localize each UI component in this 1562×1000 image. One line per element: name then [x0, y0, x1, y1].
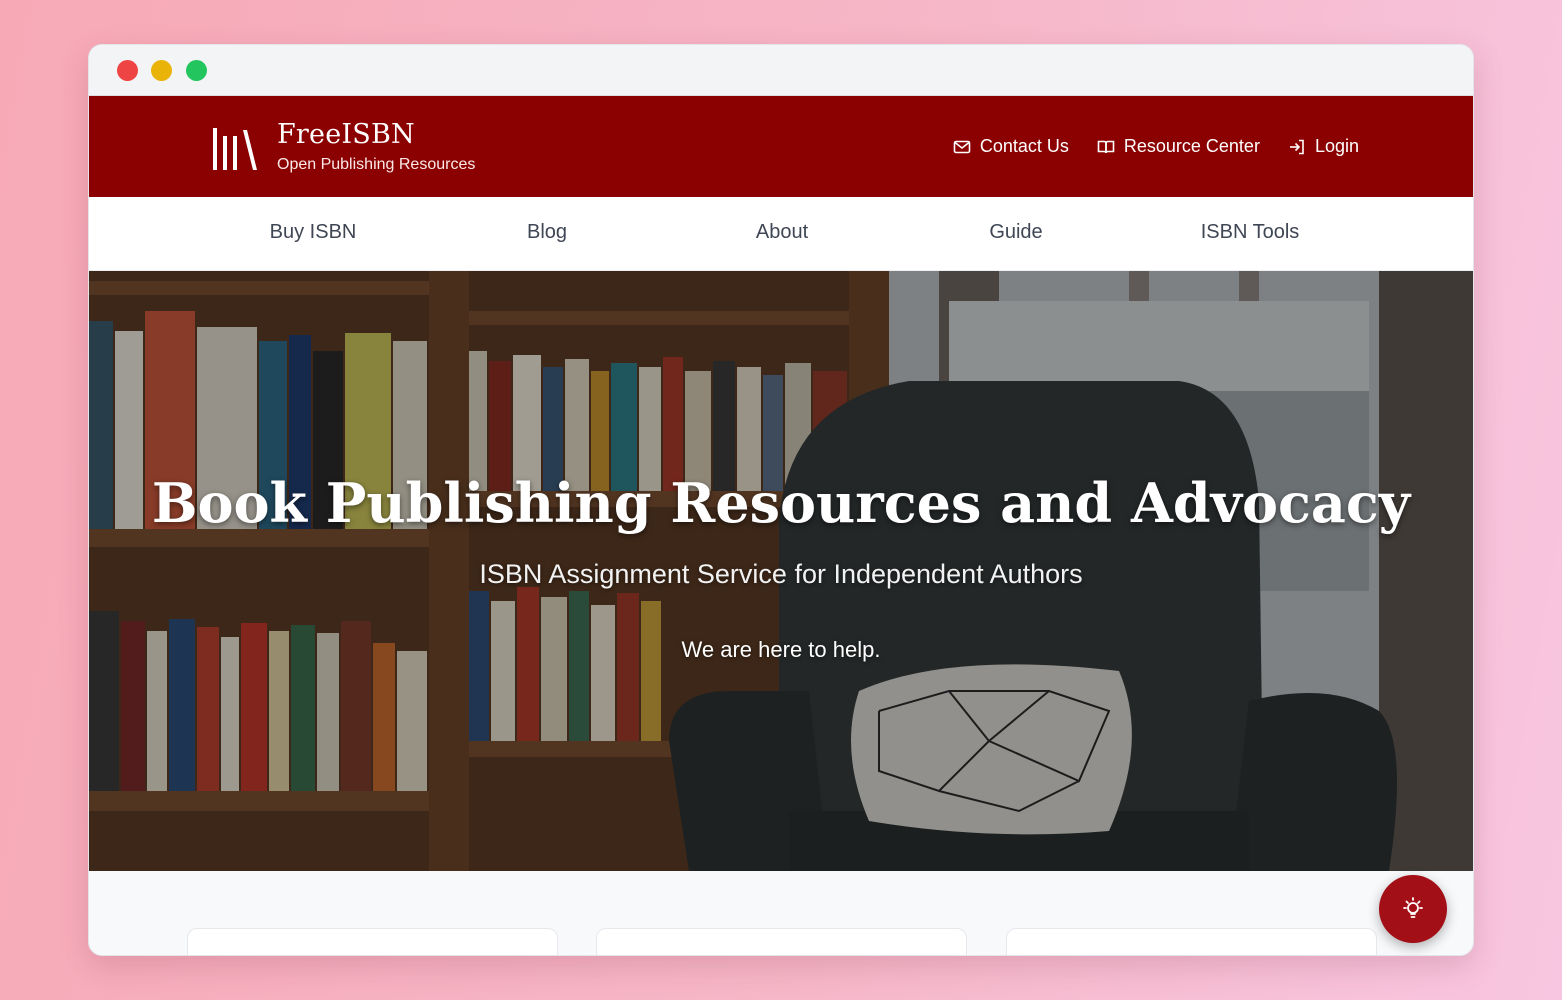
feature-card[interactable]	[187, 928, 558, 955]
maximize-window-button[interactable]	[186, 60, 207, 81]
nav-buy-isbn[interactable]: Buy ISBN	[270, 221, 357, 244]
login-label: Login	[1314, 136, 1359, 156]
resource-center-label: Resource Center	[1123, 136, 1260, 156]
brand-tagline: Open Publishing Resources	[277, 156, 476, 173]
tips-button[interactable]	[1379, 875, 1447, 943]
hero-tagline: We are here to help.	[681, 637, 881, 662]
login-icon	[1289, 139, 1304, 154]
nav-blog[interactable]: Blog	[527, 221, 567, 244]
contact-us-link[interactable]: Contact Us	[953, 136, 1069, 157]
book-open-icon	[1097, 140, 1115, 153]
resource-center-link[interactable]: Resource Center	[1097, 136, 1260, 157]
feature-cards	[89, 871, 1473, 955]
login-link[interactable]: Login	[1288, 136, 1359, 157]
nav-about[interactable]: About	[756, 221, 808, 244]
utility-nav: Contact Us Resource Center Login	[953, 136, 1359, 157]
mail-icon	[953, 140, 971, 153]
feature-card[interactable]	[1006, 928, 1377, 955]
contact-us-label: Contact Us	[979, 136, 1069, 156]
library-icon	[213, 128, 257, 170]
minimize-window-button[interactable]	[151, 60, 172, 81]
window-titlebar	[89, 45, 1473, 96]
nav-isbn-tools[interactable]: ISBN Tools	[1201, 221, 1300, 244]
brand-name: FreeISBN	[277, 119, 415, 150]
close-window-button[interactable]	[117, 60, 138, 81]
feature-card[interactable]	[596, 928, 967, 955]
browser-window: FreeISBN Open Publishing Resources Conta…	[88, 44, 1474, 956]
site-header: FreeISBN Open Publishing Resources Conta…	[89, 96, 1473, 197]
brand-home-link[interactable]: FreeISBN Open Publishing Resources	[211, 120, 475, 174]
lightbulb-icon	[1403, 897, 1423, 918]
nav-guide[interactable]: Guide	[989, 221, 1042, 244]
hero-subtitle: ISBN Assignment Service for Independent …	[479, 559, 1083, 589]
hero-title: Book Publishing Resources and Advocacy	[151, 471, 1411, 535]
main-nav: Buy ISBN Blog About Guide ISBN Tools	[89, 197, 1473, 271]
hero-banner: Book Publishing Resources and Advocacy I…	[89, 271, 1473, 871]
